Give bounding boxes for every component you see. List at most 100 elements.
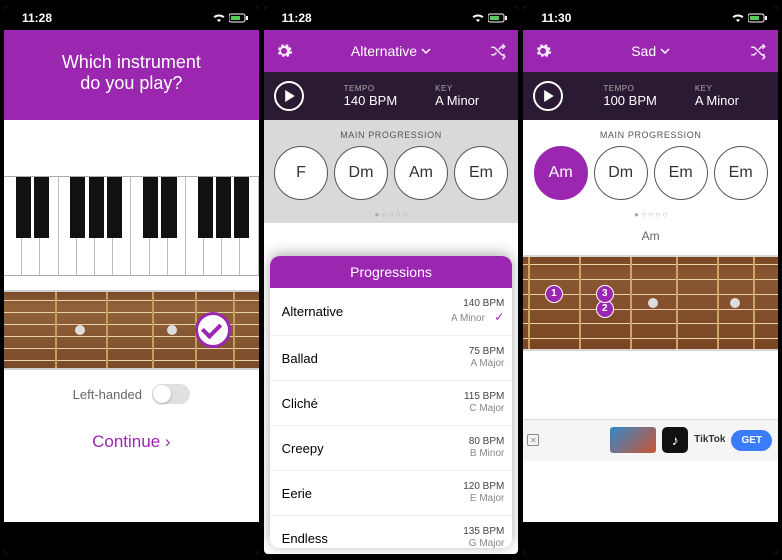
piano-option[interactable] [4,176,259,276]
ad-close-icon[interactable]: ✕ [527,434,539,446]
guitar-option[interactable] [4,290,259,370]
left-handed-label: Left-handed [73,387,142,402]
status-time: 11:30 [541,11,571,25]
tempo-label: TEMPO [344,84,397,93]
settings-button[interactable] [274,41,294,61]
status-time: 11:28 [282,11,312,25]
shuffle-icon [489,42,507,60]
key-value[interactable]: A Minor [695,93,739,108]
battery-icon [229,13,249,23]
status-time: 11:28 [22,11,52,25]
wifi-icon [471,13,485,23]
key-label: KEY [435,84,479,93]
progression-row[interactable]: Ballad 75 BPMA Major [270,336,513,381]
top-bar: Alternative [264,30,519,72]
progression-meta: 120 BPME Major [463,481,504,505]
status-indicators [212,13,249,23]
play-button[interactable] [274,81,304,111]
progression-meta: 135 BPMG Major [463,526,504,548]
chevron-down-icon [421,46,431,56]
shuffle-button[interactable] [748,41,768,61]
screen-onboarding: 11:28 Which instrument do you play? Left… [4,6,259,554]
selected-checkmark-icon [195,312,231,348]
finger-marker: 3 [596,285,614,303]
gear-icon [534,42,552,60]
status-bar: 11:28 [4,6,259,30]
chord-row: F Dm Am Em [264,146,519,206]
chord-slot[interactable]: Dm [334,146,388,200]
key-label: KEY [695,84,739,93]
top-bar: Sad [523,30,778,72]
battery-icon [748,13,768,23]
progression-name: Eerie [282,486,312,501]
home-indicator-area [4,522,259,554]
play-button[interactable] [533,81,563,111]
chord-slot[interactable]: Am [534,146,588,200]
screen-progressions-sheet: 11:28 Alternative TEMPO 140 BPM KEY A Mi… [264,6,519,554]
battery-icon [488,13,508,23]
tempo-label: TEMPO [603,84,656,93]
progression-row[interactable]: Creepy 80 BPMB Minor [270,426,513,471]
progression-name: Endless [282,531,328,546]
chord-slot[interactable]: Dm [594,146,648,200]
genre-dropdown[interactable]: Sad [553,43,748,59]
check-icon: ✓ [491,310,504,324]
progression-row[interactable]: Cliché 115 BPMC Major [270,381,513,426]
status-bar: 11:28 [264,6,519,30]
shuffle-button[interactable] [488,41,508,61]
progression-meta: 115 BPMC Major [464,391,504,415]
settings-button[interactable] [533,41,553,61]
progression-meta: 140 BPMA Minor ✓ [451,298,504,325]
tempo-value[interactable]: 100 BPM [603,93,656,108]
gear-icon [275,42,293,60]
chord-diagram[interactable]: x o o x 1 2 3 [523,255,778,351]
wifi-icon [212,13,226,23]
ad-thumbnail [610,427,656,453]
left-handed-row: Left-handed [4,370,259,418]
dimmed-content: MAIN PROGRESSION F Dm Am Em ● ○ ○ ○ ○ [264,120,519,223]
chord-row: Am Dm Em Em [523,146,778,206]
progression-meta: 80 BPMB Minor [469,436,505,460]
chord-slot[interactable]: Em [454,146,508,200]
progression-name: Ballad [282,351,318,366]
progression-name: Creepy [282,441,324,456]
shuffle-icon [749,42,767,60]
tempo-value[interactable]: 140 BPM [344,93,397,108]
screen-chord-view: 11:30 Sad TEMPO 100 BPM KEY A Minor MAIN [523,6,778,554]
playback-bar: TEMPO 140 BPM KEY A Minor [264,72,519,120]
ad-banner[interactable]: ✕ ♪ TikTok GET [523,419,778,461]
chevron-down-icon [660,46,670,56]
status-bar: 11:30 [523,6,778,30]
chord-slot[interactable]: F [274,146,328,200]
progression-name: Cliché [282,396,318,411]
progression-row[interactable]: Endless 135 BPMG Major [270,516,513,548]
question-header: Which instrument do you play? [4,30,259,120]
ad-app-name: TikTok [694,435,725,445]
progression-row[interactable]: Alternative 140 BPMA Minor ✓ [270,288,513,336]
chord-slot[interactable]: Em [714,146,768,200]
genre-dropdown[interactable]: Alternative [294,43,489,59]
home-indicator-area [523,522,778,554]
chevron-right-icon: › [160,432,170,451]
question-line2: do you play? [14,73,249,94]
continue-button[interactable]: Continue › [4,418,259,466]
main-progression-label: MAIN PROGRESSION [523,120,778,146]
question-line1: Which instrument [14,52,249,73]
key-value[interactable]: A Minor [435,93,479,108]
playback-bar: TEMPO 100 BPM KEY A Minor [523,72,778,120]
page-indicator: ● ○ ○ ○ ○ [523,206,778,223]
chord-slot[interactable]: Am [394,146,448,200]
chord-slot[interactable]: Em [654,146,708,200]
main-progression-label: MAIN PROGRESSION [264,120,519,146]
status-indicators [731,13,768,23]
play-icon [543,90,555,102]
ad-cta-button[interactable]: GET [731,430,772,451]
progression-meta: 75 BPMA Major [469,346,505,370]
wifi-icon [731,13,745,23]
progression-row[interactable]: Eerie 120 BPME Major [270,471,513,516]
left-handed-toggle[interactable] [152,384,190,404]
status-indicators [471,13,508,23]
tiktok-logo-icon: ♪ [662,427,688,453]
current-chord-name: Am [523,223,778,249]
play-icon [284,90,296,102]
